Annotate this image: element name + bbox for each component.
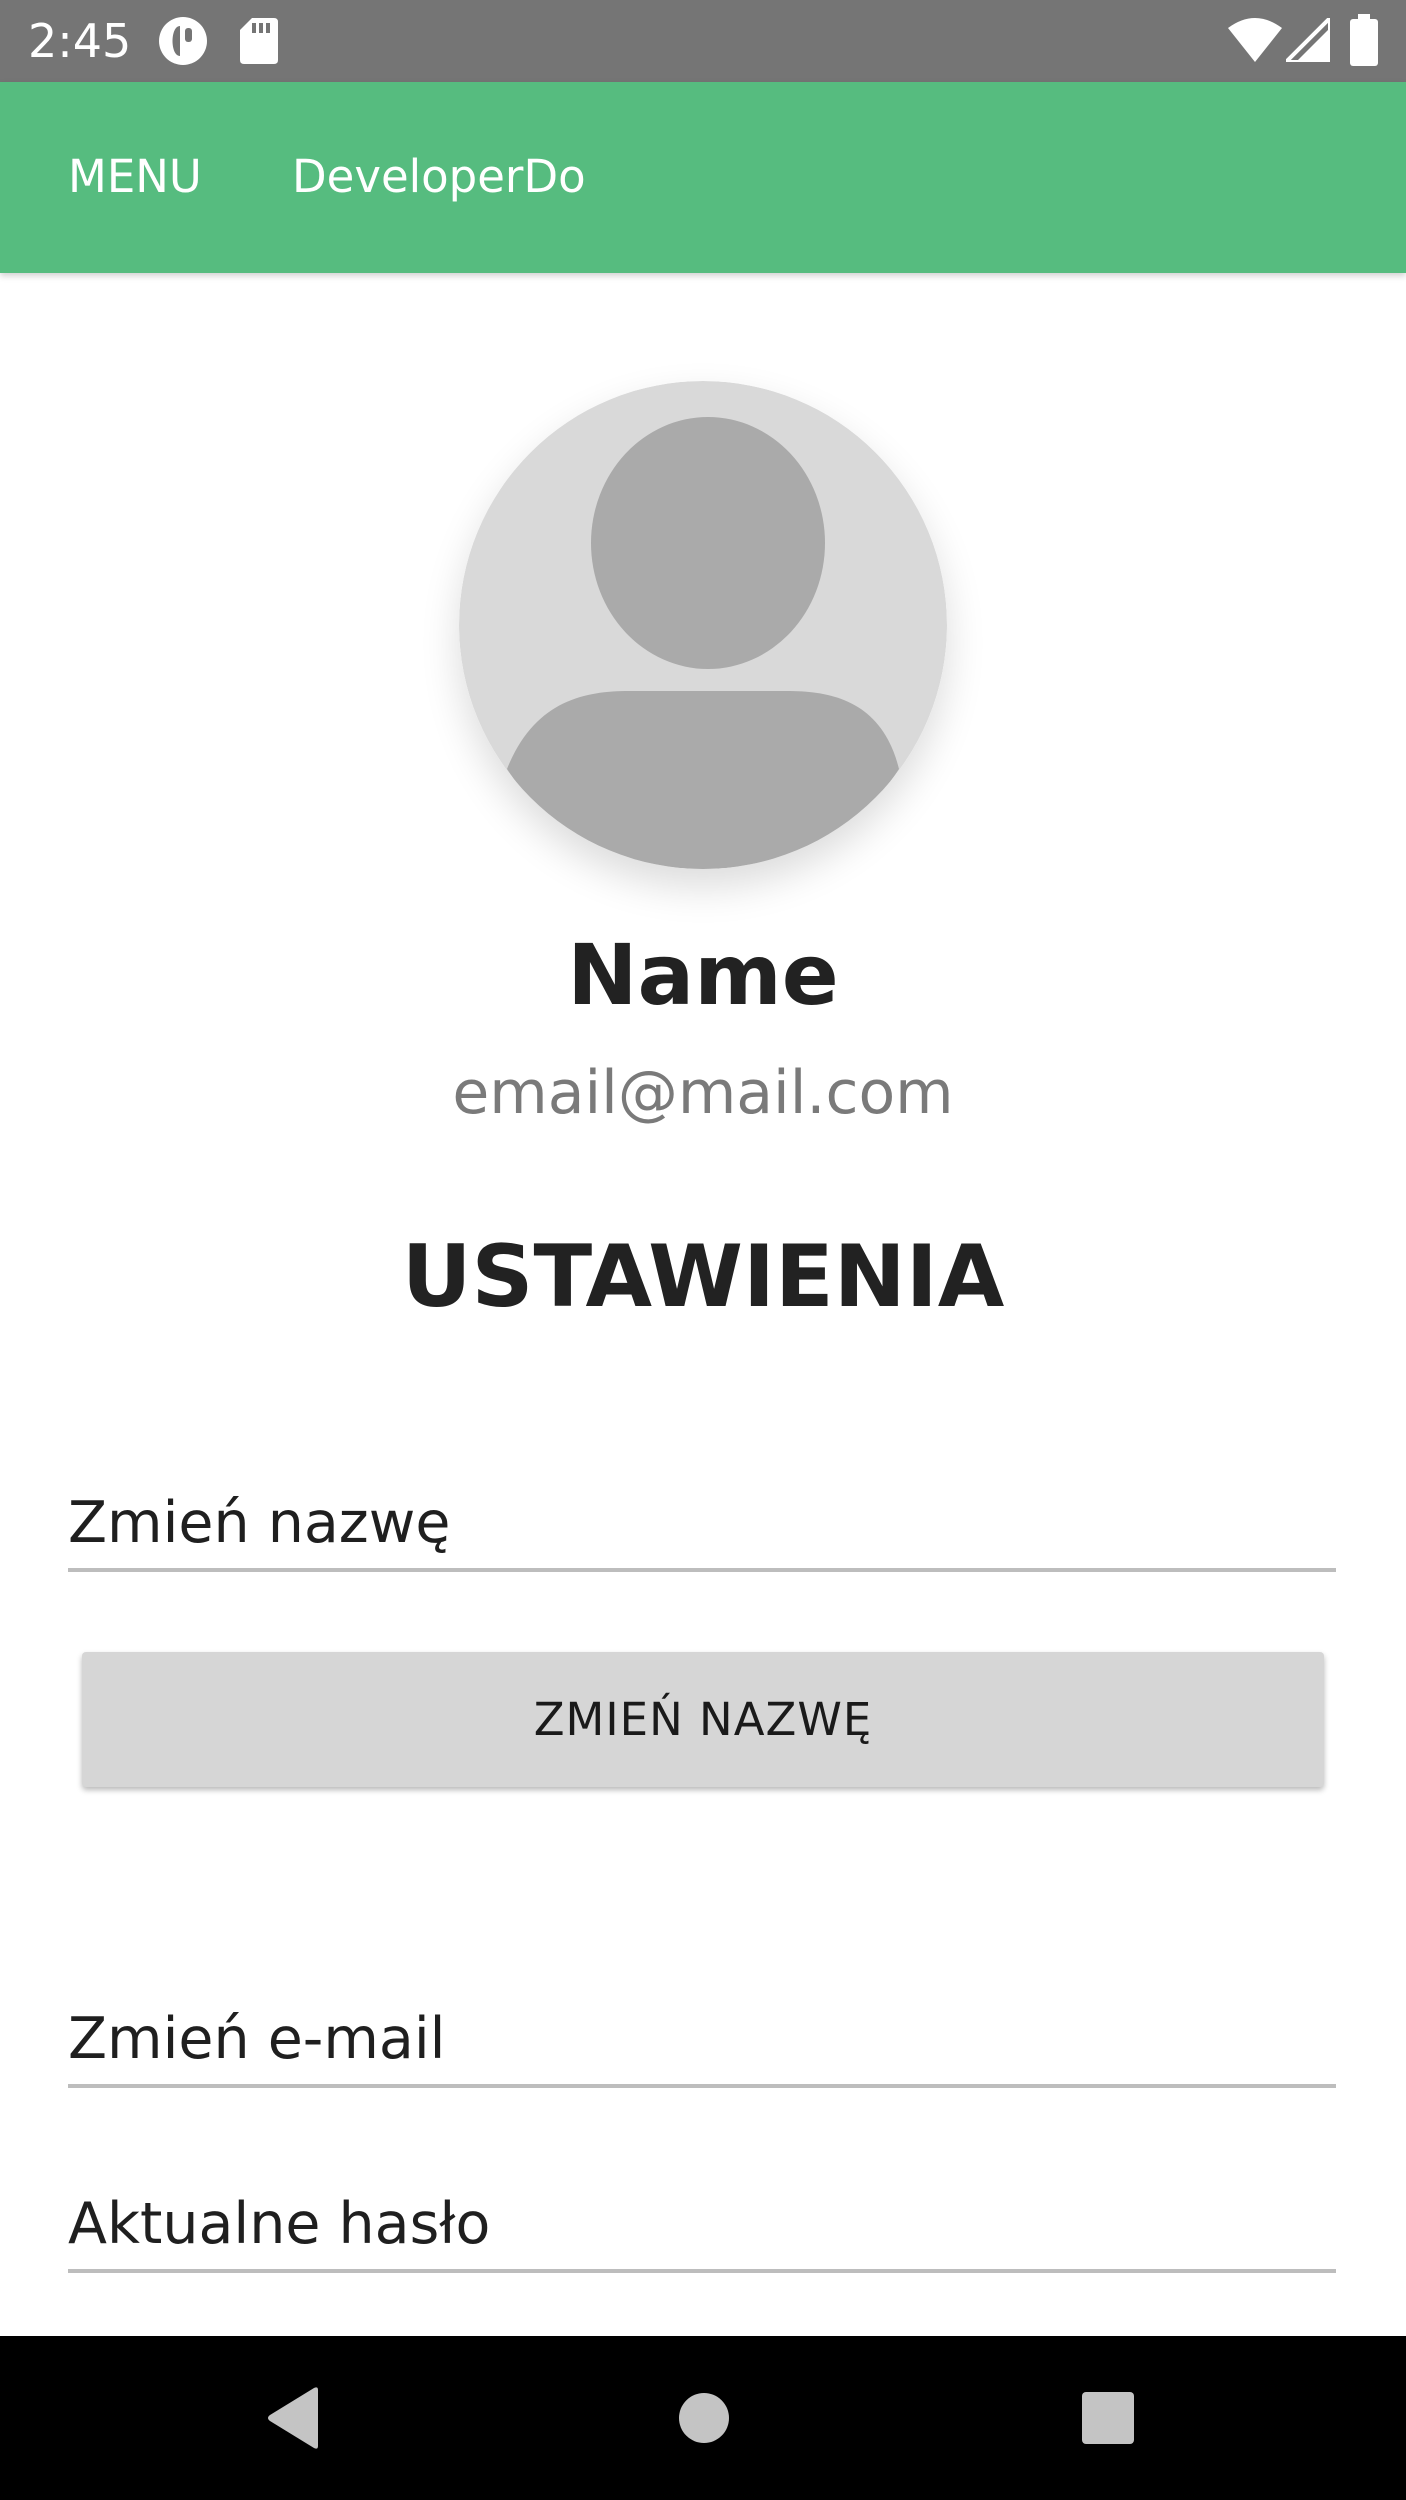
settings-title: USTAWIENIA [401, 1227, 1005, 1327]
avatar [459, 381, 947, 869]
menu-button[interactable]: MENU [68, 150, 202, 204]
battery-icon [1350, 14, 1378, 66]
navigation-bar [0, 2336, 1406, 2500]
home-icon[interactable] [678, 2392, 730, 2444]
default-avatar-icon [459, 381, 947, 869]
change-name-button[interactable]: ZMIEŃ NAZWĘ [82, 1652, 1324, 1787]
change-name-input[interactable] [68, 1478, 1336, 1572]
status-time: 2:45 [28, 14, 132, 68]
recents-icon[interactable] [1082, 2392, 1134, 2444]
sd-card-icon [240, 18, 278, 64]
notification-app-icon [159, 17, 207, 65]
status-bar: 2:45 [0, 0, 1406, 82]
wifi-icon [1228, 18, 1282, 62]
back-icon[interactable] [266, 2386, 322, 2450]
app-bar: MENU DeveloperDo [0, 82, 1406, 273]
profile-email: email@mail.com [452, 1058, 954, 1128]
current-password-input[interactable] [68, 2179, 1336, 2273]
app-title: DeveloperDo [292, 150, 586, 203]
change-email-input[interactable] [68, 1994, 1336, 2088]
profile-name: Name [567, 926, 839, 1024]
cell-signal-icon [1286, 18, 1330, 62]
